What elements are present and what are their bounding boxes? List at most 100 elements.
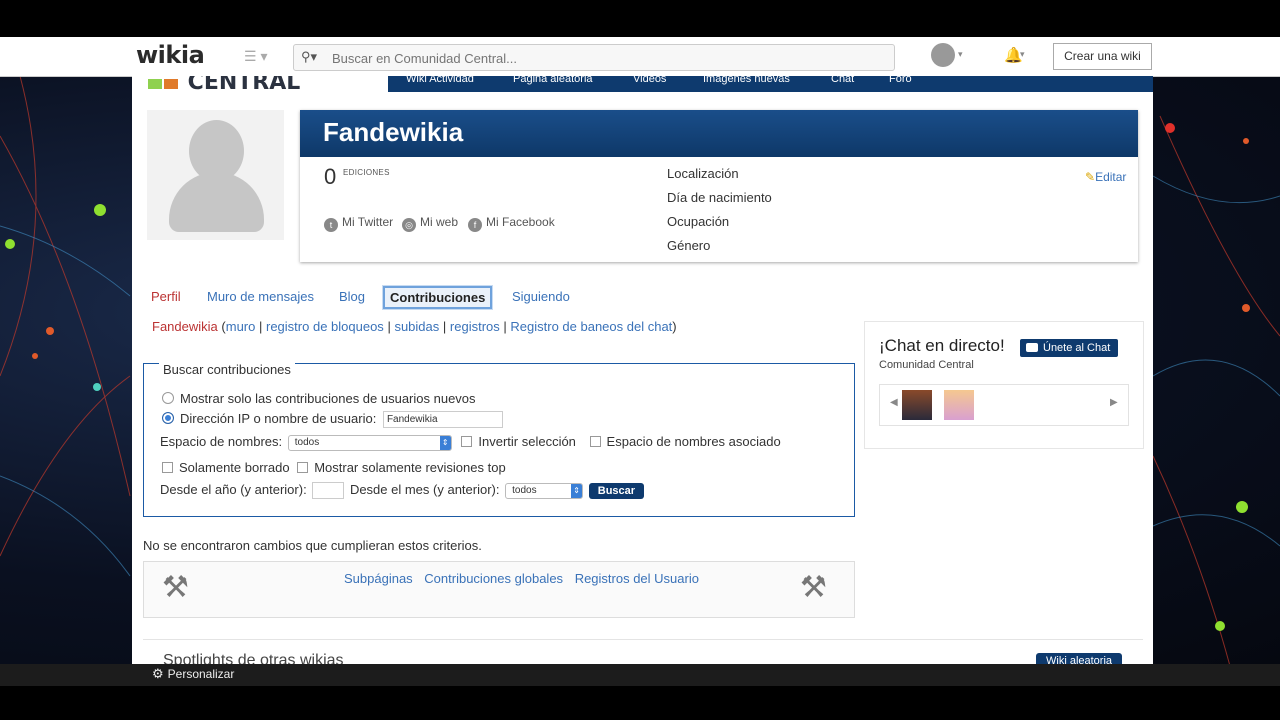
tools-icon: ⚒ [162, 571, 189, 604]
associated-label: Espacio de nombres asociado [606, 434, 781, 449]
search-contributions-legend: Buscar contribuciones [159, 362, 295, 377]
website-link[interactable]: ◎ Mi web [402, 215, 458, 232]
search-bar[interactable]: ⚲▾ [293, 44, 895, 71]
join-chat-button[interactable]: Únete al Chat [1020, 339, 1119, 357]
top-only-label: Mostrar solamente revisiones top [314, 460, 506, 475]
user-avatar-icon[interactable] [931, 43, 955, 67]
edit-profile-link[interactable]: ✎Editar [1085, 170, 1126, 184]
wiki-nav-new-images[interactable]: Imágenes nuevas [703, 76, 790, 85]
radio-ip-user[interactable] [162, 412, 174, 424]
block-log-link[interactable]: registro de bloqueos [266, 319, 384, 334]
search-icon[interactable]: ⚲▾ [301, 49, 317, 65]
user-logs-link[interactable]: Registros del Usuario [575, 571, 699, 586]
edit-profile-label: Editar [1095, 170, 1127, 184]
chat-module: ¡Chat en directo! Únete al Chat Comunida… [864, 321, 1144, 449]
chevron-down-icon[interactable]: ▾ [958, 49, 963, 60]
tab-following[interactable]: Siguiendo [512, 289, 570, 304]
search-input[interactable] [330, 48, 874, 68]
separator: | [258, 319, 263, 334]
chevron-down-icon[interactable]: ▾ [1020, 49, 1025, 60]
tab-contributions[interactable]: Contribuciones [383, 286, 493, 309]
spotlights-title: Spotlights de otras wikias [163, 652, 344, 664]
logs-link[interactable]: registros [450, 319, 500, 334]
date-row: Desde el año (y anterior): Desde el mes … [160, 482, 645, 500]
top-only-checkbox[interactable] [297, 462, 309, 473]
chat-title: ¡Chat en directo! [879, 336, 1005, 355]
month-label: Desde el mes (y anterior): [349, 482, 500, 497]
namespace-select-value: todos [294, 436, 320, 448]
gear-icon: ⚙ [152, 666, 164, 681]
random-wiki-button[interactable]: Wiki aleatoria [1036, 653, 1123, 664]
profile-header: Fandewikia [300, 110, 1138, 157]
carousel-prev-icon[interactable]: ◀ [890, 397, 898, 408]
chat-user-avatar[interactable] [902, 390, 932, 420]
wikia-toolbar: ⚙ Personalizar [0, 664, 1280, 686]
profile-tabs: Perfil Muro de mensajes Blog Contribucio… [132, 282, 1153, 310]
radio-new-users[interactable] [162, 392, 174, 404]
page-content: CENTRAL Wiki Actividad Página aleatoria … [132, 76, 1153, 664]
year-input[interactable] [312, 482, 345, 500]
month-select-value: todos [512, 484, 537, 496]
profile-username: Fandewikia [323, 117, 464, 147]
wiki-nav-activity[interactable]: Wiki Actividad [406, 76, 474, 85]
namespace-select[interactable]: todos ⇕ [287, 434, 452, 451]
avatar-body-shape [169, 172, 264, 232]
radio-new-users-row[interactable]: Mostrar solo las contribuciones de usuar… [162, 391, 476, 406]
info-birthday: Día de nacimiento [667, 190, 772, 205]
month-select[interactable]: todos ⇕ [505, 482, 584, 499]
edits-label: EDICIONES [343, 168, 390, 177]
subpages-link[interactable]: Subpáginas [344, 571, 413, 586]
facebook-link[interactable]: f Mi Facebook [468, 215, 555, 232]
search-button[interactable]: Buscar [588, 482, 645, 499]
twitter-icon: t [324, 218, 338, 232]
logo-block [148, 79, 162, 89]
associated-checkbox[interactable] [589, 436, 601, 447]
chat-users-carousel: ◀ ▶ [879, 384, 1129, 426]
tab-message-wall[interactable]: Muro de mensajes [207, 289, 314, 304]
logo-block [164, 79, 178, 89]
customize-label: Personalizar [167, 667, 235, 681]
wikia-logo[interactable]: wikia [136, 41, 205, 69]
create-wiki-button[interactable]: Crear una wiki [1053, 43, 1152, 70]
customize-button[interactable]: ⚙ Personalizar [152, 666, 234, 682]
pencil-icon: ✎ [1085, 170, 1096, 184]
separator: | [387, 319, 391, 334]
carousel-next-icon[interactable]: ▶ [1110, 397, 1118, 408]
user-link[interactable]: Fandewikia [152, 319, 218, 334]
tab-blog[interactable]: Blog [339, 289, 365, 304]
namespace-row: Espacio de nombres: todos ⇕ Invertir sele… [160, 434, 781, 451]
profile-card: Fandewikia 0 EDICIONES t Mi Twitter ◎ Mi w… [300, 110, 1138, 262]
footer-links: Subpáginas Contribuciones globales Regis… [344, 571, 707, 586]
deleted-only-checkbox[interactable] [162, 462, 173, 473]
separator: | [442, 319, 447, 334]
twitter-link-label: Mi Twitter [342, 215, 394, 229]
chat-user-avatar[interactable] [944, 390, 974, 420]
wiki-nav-videos[interactable]: Videos [633, 76, 666, 85]
globe-icon: ◎ [402, 218, 416, 232]
radio-ip-user-row[interactable]: Dirección IP o nombre de usuario: Fandew… [162, 411, 503, 429]
user-tools-links: Fandewikia (muro | registro de bloqueos … [152, 319, 677, 334]
wiki-nav-chat[interactable]: Chat [831, 76, 854, 85]
wiki-nav-random-page[interactable]: Página aleatoria [513, 76, 593, 85]
invert-checkbox[interactable] [461, 436, 473, 447]
tools-icon: ⚒ [800, 571, 827, 604]
edits-count: 0 [324, 164, 337, 189]
username-input[interactable]: Fandewikia [382, 411, 503, 429]
profile-avatar[interactable] [147, 110, 284, 240]
wiki-nav-forum[interactable]: Foro [889, 76, 912, 85]
menu-icon[interactable]: ☰ ▾ [244, 48, 267, 65]
uploads-link[interactable]: subidas [394, 319, 439, 334]
year-label: Desde el año (y anterior): [160, 482, 307, 497]
community-central-logo[interactable]: CENTRAL [148, 76, 300, 95]
chat-community-name: Comunidad Central [879, 359, 974, 371]
chat-ban-log-link[interactable]: Registro de baneos del chat [510, 319, 672, 334]
wiki-navigation: Wiki Actividad Página aleatoria Videos I… [388, 76, 1153, 92]
radio-new-users-label: Mostrar solo las contribuciones de usuar… [180, 391, 476, 406]
twitter-link[interactable]: t Mi Twitter [324, 215, 393, 232]
join-chat-label: Únete al Chat [1043, 342, 1111, 354]
facebook-icon: f [468, 218, 482, 232]
tab-profile[interactable]: Perfil [151, 289, 181, 304]
info-location: Localización [667, 166, 739, 181]
global-contributions-link[interactable]: Contribuciones globales [424, 571, 563, 586]
wall-link[interactable]: muro [226, 319, 256, 334]
